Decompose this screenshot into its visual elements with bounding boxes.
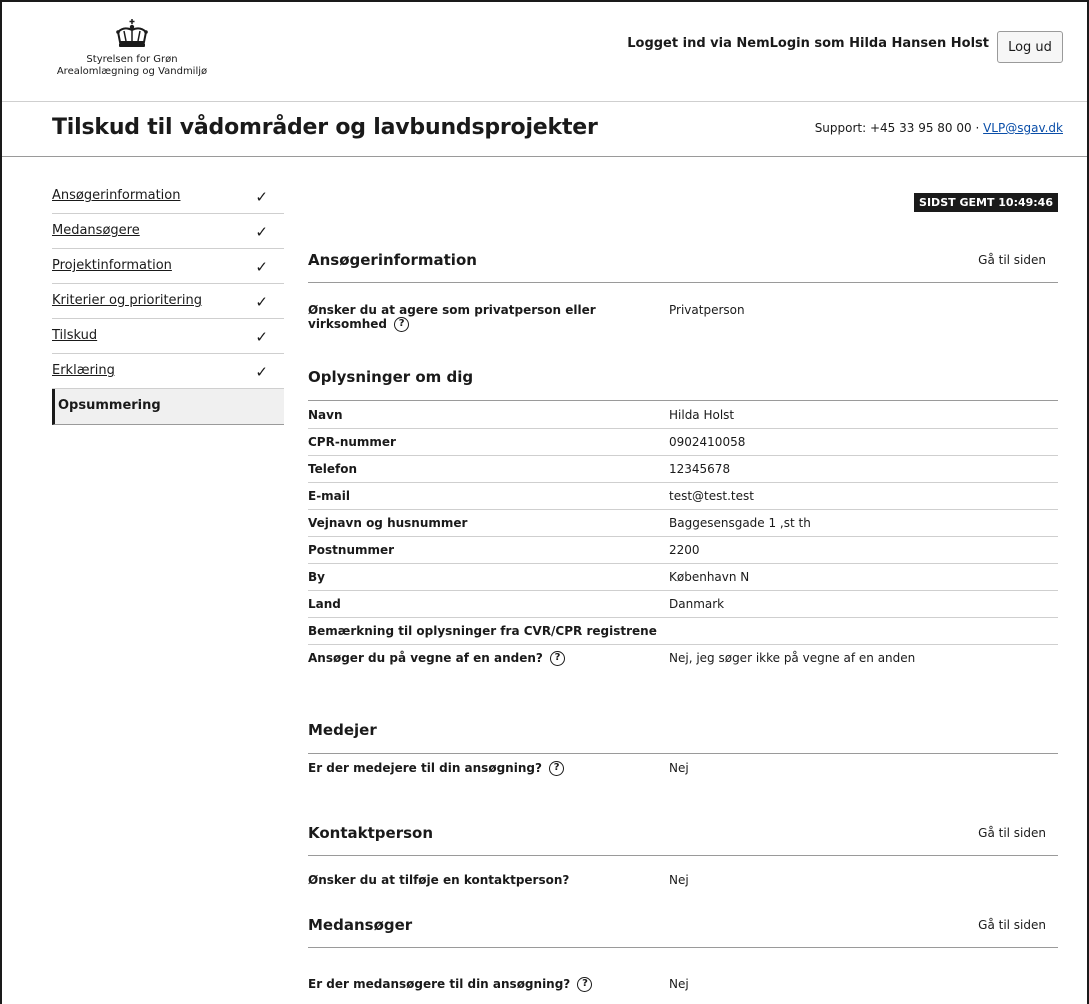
goto-page-link[interactable]: Gå til siden <box>978 918 1046 932</box>
field-value: Hilda Holst <box>669 408 735 422</box>
saved-status-badge: SIDST GEMT 10:49:46 <box>914 193 1058 212</box>
table-row: Navn Hilda Holst <box>308 402 1058 429</box>
question-label: Ønsker du at tilføje en kontaktperson? <box>308 873 570 887</box>
question-text: Ønsker du at agere som privatperson elle… <box>308 303 596 331</box>
field-label: By <box>308 570 325 584</box>
sidebar-nav: Ansøgerinformation ✓ Medansøgere ✓ Proje… <box>52 179 284 425</box>
section-header-medejer: Medejer <box>308 708 1058 754</box>
field-value: test@test.test <box>669 489 754 503</box>
sidebar-item-medansogere[interactable]: Medansøgere ✓ <box>52 214 284 249</box>
field-label: Bemærkning til oplysninger fra CVR/CPR r… <box>308 624 657 638</box>
section-title: Ansøgerinformation <box>308 251 477 269</box>
field-label: Ansøger du på vegne af en anden? ? <box>308 651 648 666</box>
field-label: Postnummer <box>308 543 395 557</box>
checkmark-icon: ✓ <box>255 223 268 241</box>
field-label: Telefon <box>308 462 357 476</box>
field-value: 12345678 <box>669 462 731 476</box>
checkmark-icon: ✓ <box>255 328 268 346</box>
checkmark-icon: ✓ <box>255 363 268 381</box>
help-icon[interactable]: ? <box>577 977 593 992</box>
checkmark-icon: ✓ <box>255 188 268 206</box>
question-label: Er der medansøgere til din ansøgning? ? <box>308 977 648 992</box>
sidebar-item-opsummering[interactable]: Opsummering <box>52 389 284 425</box>
table-row: Land Danmark <box>308 591 1058 618</box>
login-status: Logget ind via NemLogin som Hilda Hansen… <box>627 36 989 51</box>
section-title: Kontaktperson <box>308 824 434 842</box>
table-row: Telefon 12345678 <box>308 456 1058 483</box>
field-value: 0902410058 <box>669 435 746 449</box>
sidebar-item-label[interactable]: Kriterier og prioritering <box>52 293 202 308</box>
answer-value: Privatperson <box>669 303 745 317</box>
question-text: Er der medejere til din ansøgning? <box>308 761 542 775</box>
checkmark-icon: ✓ <box>255 293 268 311</box>
field-label: E-mail <box>308 489 351 503</box>
logo-text-line2: Arealomlægning og Vandmiljø <box>56 66 208 77</box>
sidebar-item-label[interactable]: Ansøgerinformation <box>52 188 180 203</box>
sidebar-item-tilskud[interactable]: Tilskud ✓ <box>52 319 284 354</box>
answer-row: Ønsker du at agere som privatperson elle… <box>308 297 1058 337</box>
question-label: Ønsker du at agere som privatperson elle… <box>308 303 648 332</box>
section-header-medansoger: Medansøger Gå til siden <box>308 904 1058 948</box>
goto-page-link[interactable]: Gå til siden <box>978 826 1046 840</box>
help-icon[interactable]: ? <box>550 651 566 666</box>
section-header-kontaktperson: Kontaktperson Gå til siden <box>308 812 1058 856</box>
answer-value: Nej <box>669 977 689 991</box>
field-label: Vejnavn og husnummer <box>308 516 468 530</box>
table-row: CPR-nummer 0902410058 <box>308 429 1058 456</box>
section-title: Oplysninger om dig <box>308 368 474 386</box>
page-title: Tilskud til vådområder og lavbundsprojek… <box>52 115 598 140</box>
field-value: Baggesensgade 1 ,st th <box>669 516 811 530</box>
answer-value: Nej <box>669 873 689 887</box>
table-row: Ansøger du på vegne af en anden? ? Nej, … <box>308 645 1058 675</box>
app-frame: Styrelsen for Grøn Arealomlægning og Van… <box>0 0 1089 1004</box>
sidebar-item-label[interactable]: Medansøgere <box>52 223 140 238</box>
field-value: København N <box>669 570 750 584</box>
logo-text-line1: Styrelsen for Grøn <box>86 54 178 65</box>
sidebar-item-erklaering[interactable]: Erklæring ✓ <box>52 354 284 389</box>
field-label: CPR-nummer <box>308 435 396 449</box>
field-label: Navn <box>308 408 343 422</box>
question-text: Er der medansøgere til din ansøgning? <box>308 977 571 991</box>
field-value: Nej, jeg søger ikke på vegne af en anden <box>669 651 916 665</box>
sidebar-item-ansogerinformation[interactable]: Ansøgerinformation ✓ <box>52 179 284 214</box>
answer-value: Nej <box>669 761 689 775</box>
help-icon[interactable]: ? <box>549 761 565 776</box>
section-header-oplysninger: Oplysninger om dig <box>308 355 1058 401</box>
top-header: Styrelsen for Grøn Arealomlægning og Van… <box>2 2 1087 102</box>
answer-row: Ønsker du at tilføje en kontaktperson? N… <box>308 867 1058 893</box>
sidebar-item-kriterier[interactable]: Kriterier og prioritering ✓ <box>52 284 284 319</box>
sidebar-item-label[interactable]: Tilskud <box>52 328 97 343</box>
support-phone: Support: +45 33 95 80 00 · <box>814 121 984 135</box>
sidebar-item-label: Opsummering <box>58 398 161 413</box>
answer-row: Er der medejere til din ansøgning? ? Nej <box>308 755 1058 785</box>
help-icon[interactable]: ? <box>394 317 410 332</box>
logout-button[interactable]: Log ud <box>997 31 1063 63</box>
answer-row: Er der medansøgere til din ansøgning? ? … <box>308 971 1058 1001</box>
field-value: 2200 <box>669 543 700 557</box>
sidebar-item-projektinformation[interactable]: Projektinformation ✓ <box>52 249 284 284</box>
sidebar-item-label[interactable]: Erklæring <box>52 363 115 378</box>
table-row: Bemærkning til oplysninger fra CVR/CPR r… <box>308 618 1058 645</box>
question-text: Ansøger du på vegne af en anden? <box>308 651 543 665</box>
crown-icon <box>116 19 148 47</box>
support-email-link[interactable]: VLP@sgav.dk <box>983 121 1063 135</box>
agency-logo[interactable]: Styrelsen for Grøn Arealomlægning og Van… <box>52 18 212 90</box>
question-label: Er der medejere til din ansøgning? ? <box>308 761 648 776</box>
support-info: Support: +45 33 95 80 00 · VLP@sgav.dk <box>815 121 1063 135</box>
sidebar-item-label[interactable]: Projektinformation <box>52 258 172 273</box>
table-row: Postnummer 2200 <box>308 537 1058 564</box>
title-bar: Tilskud til vådområder og lavbundsprojek… <box>2 102 1087 157</box>
section-title: Medejer <box>308 721 377 739</box>
table-row: By København N <box>308 564 1058 591</box>
section-header-ansogerinformation: Ansøgerinformation Gå til siden <box>308 239 1058 283</box>
field-value: Danmark <box>669 597 725 611</box>
checkmark-icon: ✓ <box>255 258 268 276</box>
table-row: E-mail test@test.test <box>308 483 1058 510</box>
table-row: Vejnavn og husnummer Baggesensgade 1 ,st… <box>308 510 1058 537</box>
field-label: Land <box>308 597 341 611</box>
goto-page-link[interactable]: Gå til siden <box>978 253 1046 267</box>
section-title: Medansøger <box>308 916 413 934</box>
